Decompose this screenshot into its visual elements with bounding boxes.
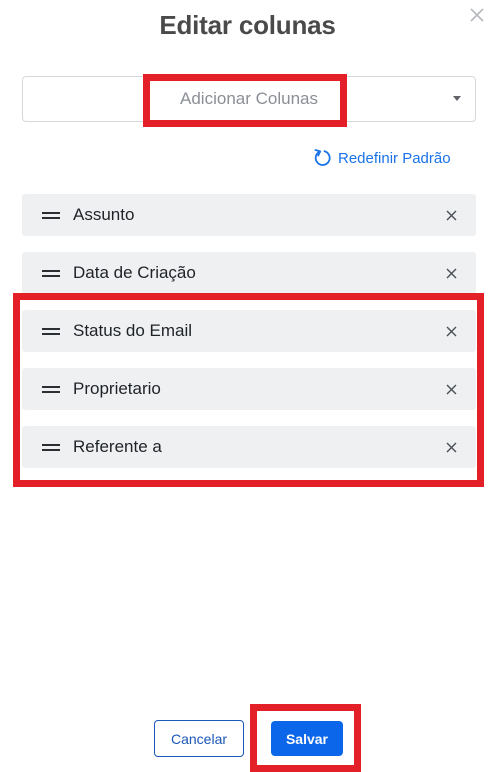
remove-icon[interactable] xyxy=(440,262,462,284)
close-icon[interactable] xyxy=(466,4,488,26)
cancel-button[interactable]: Cancelar xyxy=(154,720,244,757)
column-label: Assunto xyxy=(73,205,135,224)
drag-handle-icon[interactable] xyxy=(42,269,60,277)
remove-icon[interactable] xyxy=(440,378,462,400)
column-item[interactable]: Referente a xyxy=(22,426,476,468)
add-columns-placeholder: Adicionar Colunas xyxy=(180,89,318,108)
reset-default-label: Redefinir Padrão xyxy=(338,149,451,167)
edit-columns-dialog: Editar colunas Adicionar Colunas Redefin… xyxy=(0,0,495,772)
drag-handle-icon[interactable] xyxy=(42,385,60,393)
column-item[interactable]: Assunto xyxy=(22,194,476,236)
caret-down-icon xyxy=(453,96,461,101)
drag-handle-icon[interactable] xyxy=(42,211,60,219)
remove-icon[interactable] xyxy=(440,204,462,226)
save-button[interactable]: Salvar xyxy=(271,721,343,756)
dialog-title: Editar colunas xyxy=(159,10,336,40)
column-label: Data de Criação xyxy=(73,263,196,282)
drag-handle-icon[interactable] xyxy=(42,443,60,451)
reset-default-link[interactable]: Redefinir Padrão xyxy=(312,145,451,171)
reset-icon xyxy=(314,149,331,166)
drag-handle-icon[interactable] xyxy=(42,327,60,335)
column-item[interactable]: Data de Criação xyxy=(22,252,476,294)
column-label: Status do Email xyxy=(73,321,193,340)
column-item[interactable]: Proprietario xyxy=(22,368,476,410)
remove-icon[interactable] xyxy=(440,320,462,342)
column-label: Proprietario xyxy=(73,379,161,398)
column-item[interactable]: Status do Email xyxy=(22,310,476,352)
add-columns-select[interactable]: Adicionar Colunas xyxy=(22,76,476,122)
column-label: Referente a xyxy=(73,437,162,456)
remove-icon[interactable] xyxy=(440,436,462,458)
